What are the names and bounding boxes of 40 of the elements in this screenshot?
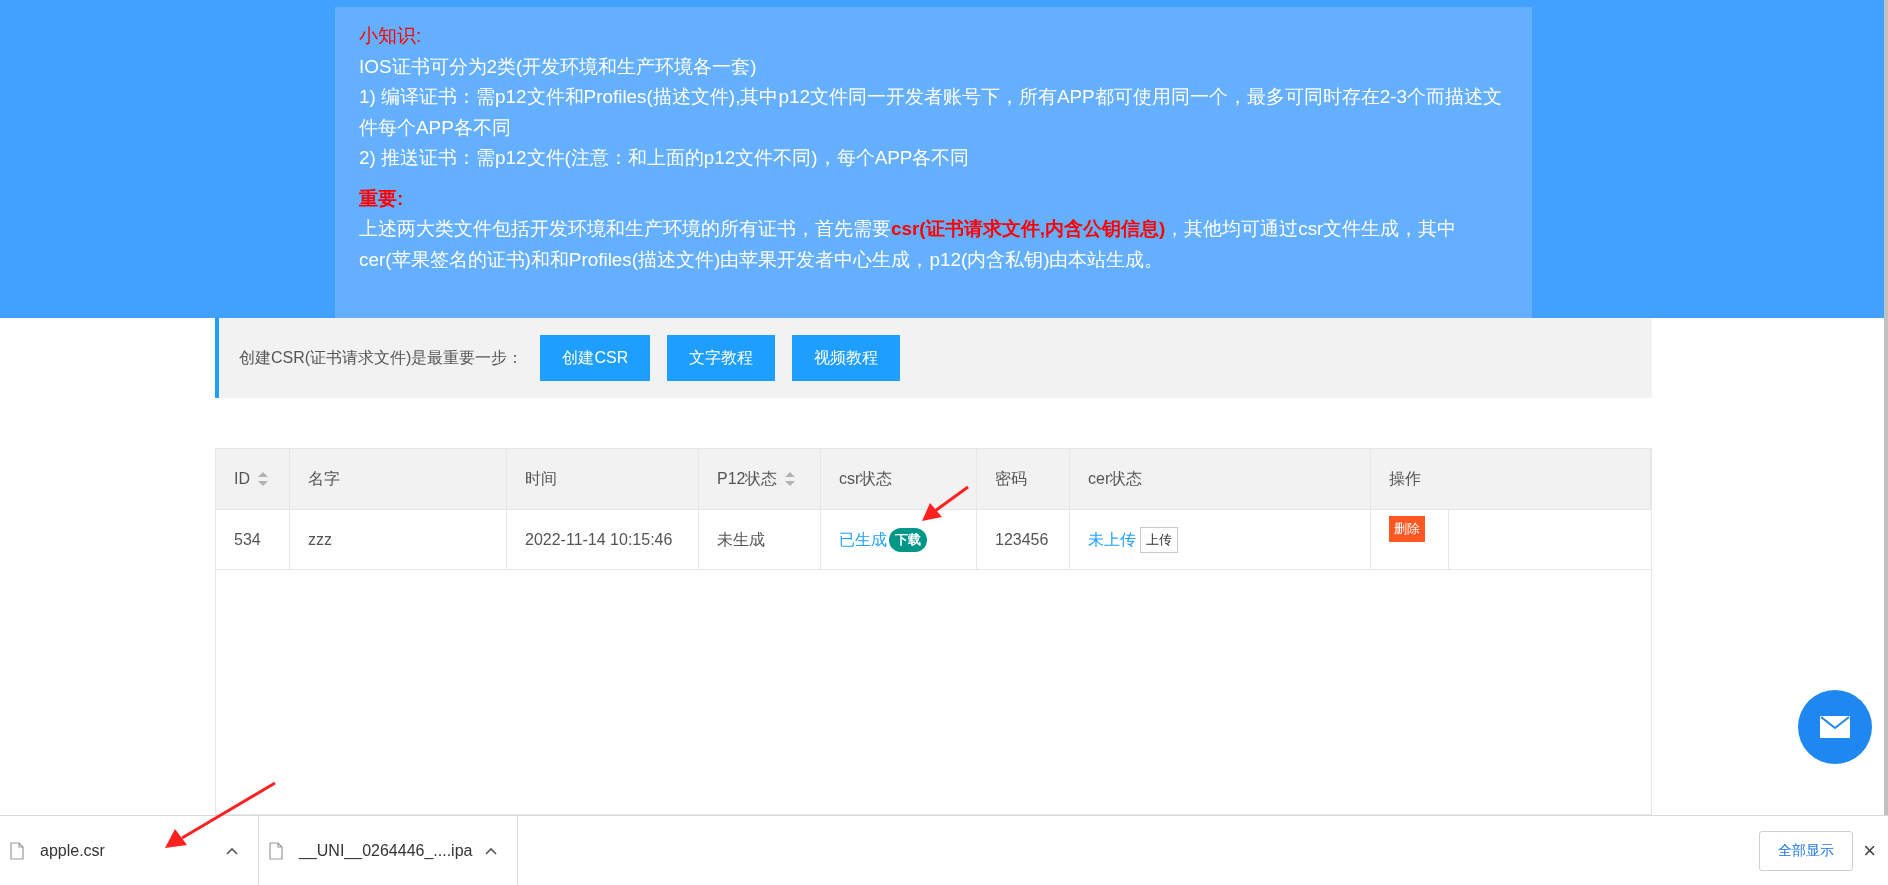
tutorial-button[interactable]: 文字教程 — [667, 335, 776, 381]
table-cell-text: 2022-11-14 10:15:46 — [525, 529, 673, 550]
column-header: csr状态 — [839, 469, 893, 489]
delete-button[interactable]: 删除 — [1389, 516, 1425, 542]
close-button[interactable]: × — [1853, 834, 1886, 867]
annotation-arrow — [922, 485, 969, 521]
file-icon — [269, 841, 283, 860]
upload-button[interactable]: 上传 — [1140, 526, 1178, 553]
download-button[interactable]: 下载 — [889, 527, 927, 552]
table-cell-text: 123456 — [995, 529, 1049, 550]
column-header: P12状态 — [717, 469, 778, 489]
caret-icon[interactable] — [485, 846, 497, 855]
column-header: 操作 — [1389, 469, 1421, 489]
column-header: ID — [234, 469, 250, 489]
column-header: 时间 — [525, 469, 557, 489]
important-text: 上述两大类文件包括开发环境和生产环境的所有证书，首先需要csr(证书请求文件,内含公钥信息)，其他均可通过csr文件生成，其中cer(苹果签名的证书)和和Profiles(描述文件)由苹果开发者中心生成，p12(内含私钥)由本站生成。 — [359, 217, 1458, 272]
csr-bar-label: 创建CSR(证书请求文件)是最重要一步： — [239, 348, 524, 368]
status-link[interactable]: 已生成 — [839, 527, 887, 552]
notice-text: 1) 编译证书：需p12文件和Profiles(描述文件),其中p12文件同一开发者账号下，所有APP都可使用同一个，最多可同时存在2-3个而描述文件每个APP各不同 — [359, 85, 1503, 140]
status-link[interactable]: 未上传 — [1088, 527, 1136, 552]
table-cell-text: 未生成 — [717, 529, 765, 550]
table-cell-text: zzz — [308, 529, 332, 550]
file-icon — [10, 841, 24, 860]
show-all-button[interactable]: 全部显示 — [1759, 830, 1854, 871]
column-header: cer状态 — [1088, 469, 1143, 489]
tutorial-button[interactable]: 视频教程 — [792, 335, 901, 381]
notice-title: 小知识: — [359, 24, 423, 48]
notice-text: 2) 推送证书：需p12文件(注意：和上面的p12文件不同)，每个APP各不同 — [359, 146, 971, 170]
column-header: 名字 — [308, 469, 340, 489]
tutorial-button[interactable]: 创建CSR — [540, 335, 651, 381]
caret-icon[interactable] — [226, 846, 238, 855]
mail-icon — [1820, 716, 1850, 738]
column-header: 密码 — [995, 469, 1027, 489]
notice-text: IOS证书可分为2类(开发环境和生产环境各一套) — [359, 54, 758, 79]
sort-icon[interactable] — [258, 472, 268, 486]
important-title: 重要: — [359, 186, 405, 211]
table-cell-text: 534 — [234, 529, 261, 550]
download-file-name[interactable]: apple.csr — [40, 838, 210, 863]
sort-icon[interactable] — [785, 472, 796, 486]
scrollbar[interactable] — [1884, 0, 1888, 815]
